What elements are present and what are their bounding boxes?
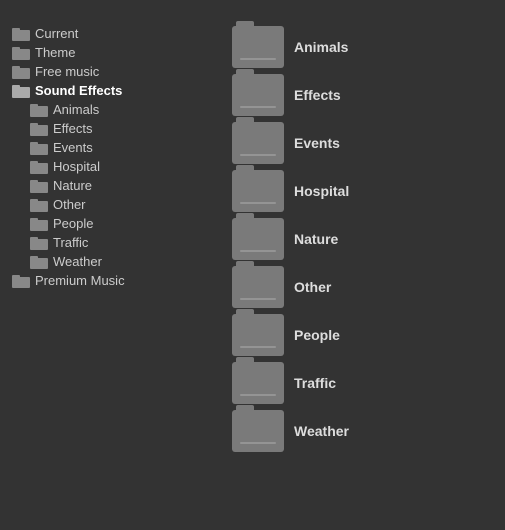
folder-thumb-people <box>232 314 284 356</box>
tree-label-premium-music: Premium Music <box>35 273 125 288</box>
tree-label-current: Current <box>35 26 78 41</box>
tree-item-people[interactable]: People <box>8 214 218 233</box>
folder-card-label-animals: Animals <box>294 39 348 55</box>
folder-icon-people <box>30 217 48 231</box>
tree-label-animals: Animals <box>53 102 99 117</box>
folder-card-weather[interactable]: Weather <box>228 408 497 454</box>
tree-item-traffic[interactable]: Traffic <box>8 233 218 252</box>
folder-card-animals[interactable]: Animals <box>228 24 497 70</box>
tree-label-free-music: Free music <box>35 64 99 79</box>
folder-card-hospital[interactable]: Hospital <box>228 168 497 214</box>
tree-item-premium-music[interactable]: Premium Music <box>8 271 218 290</box>
folder-icon-theme <box>12 46 30 60</box>
folder-card-traffic[interactable]: Traffic <box>228 360 497 406</box>
folder-card-other[interactable]: Other <box>228 264 497 310</box>
folder-icon-premium-music <box>12 274 30 288</box>
folder-icon-hospital <box>30 160 48 174</box>
folder-icon-nature <box>30 179 48 193</box>
folder-card-people[interactable]: People <box>228 312 497 358</box>
tree-label-effects: Effects <box>53 121 93 136</box>
folder-card-effects[interactable]: Effects <box>228 72 497 118</box>
tree-label-traffic: Traffic <box>53 235 88 250</box>
tree-item-events[interactable]: Events <box>8 138 218 157</box>
tree-label-events: Events <box>53 140 93 155</box>
folder-card-events[interactable]: Events <box>228 120 497 166</box>
folder-thumb-weather <box>232 410 284 452</box>
folder-thumb-effects <box>232 74 284 116</box>
tree-item-nature[interactable]: Nature <box>8 176 218 195</box>
folder-icon-effects <box>30 122 48 136</box>
folder-card-nature[interactable]: Nature <box>228 216 497 262</box>
tree-label-theme: Theme <box>35 45 75 60</box>
folder-icon-other <box>30 198 48 212</box>
folder-thumb-traffic <box>232 362 284 404</box>
tree-label-weather: Weather <box>53 254 102 269</box>
folder-icon-animals <box>30 103 48 117</box>
folder-thumb-events <box>232 122 284 164</box>
tree-item-effects[interactable]: Effects <box>8 119 218 138</box>
folder-card-label-hospital: Hospital <box>294 183 349 199</box>
folder-thumb-nature <box>232 218 284 260</box>
tree-label-other: Other <box>53 197 86 212</box>
folder-card-label-other: Other <box>294 279 331 295</box>
folder-card-label-traffic: Traffic <box>294 375 336 391</box>
tree-item-sound-effects[interactable]: Sound Effects <box>8 81 218 100</box>
tree-label-sound-effects: Sound Effects <box>35 83 122 98</box>
tree-item-weather[interactable]: Weather <box>8 252 218 271</box>
folder-icon-events <box>30 141 48 155</box>
folder-card-label-weather: Weather <box>294 423 349 439</box>
tree-label-people: People <box>53 216 93 231</box>
folder-icon-sound-effects <box>12 84 30 98</box>
tree-label-hospital: Hospital <box>53 159 100 174</box>
folder-thumb-other <box>232 266 284 308</box>
tree-item-hospital[interactable]: Hospital <box>8 157 218 176</box>
folder-thumb-animals <box>232 26 284 68</box>
tree-item-animals[interactable]: Animals <box>8 100 218 119</box>
folder-card-label-effects: Effects <box>294 87 341 103</box>
tree-item-free-music[interactable]: Free music <box>8 62 218 81</box>
folder-icon-free-music <box>12 65 30 79</box>
folder-card-label-nature: Nature <box>294 231 338 247</box>
tree-item-current[interactable]: Current <box>8 24 218 43</box>
folder-grid: Animals Effects Events Hospital Nature Other P… <box>218 24 497 456</box>
folder-icon-current <box>12 27 30 41</box>
tree-panel: Current Theme Free music Sound Effects Anima… <box>8 24 218 456</box>
folder-icon-weather <box>30 255 48 269</box>
folder-thumb-hospital <box>232 170 284 212</box>
folder-card-label-events: Events <box>294 135 340 151</box>
tree-item-other[interactable]: Other <box>8 195 218 214</box>
folder-card-label-people: People <box>294 327 340 343</box>
tree-item-theme[interactable]: Theme <box>8 43 218 62</box>
tree-label-nature: Nature <box>53 178 92 193</box>
folder-icon-traffic <box>30 236 48 250</box>
